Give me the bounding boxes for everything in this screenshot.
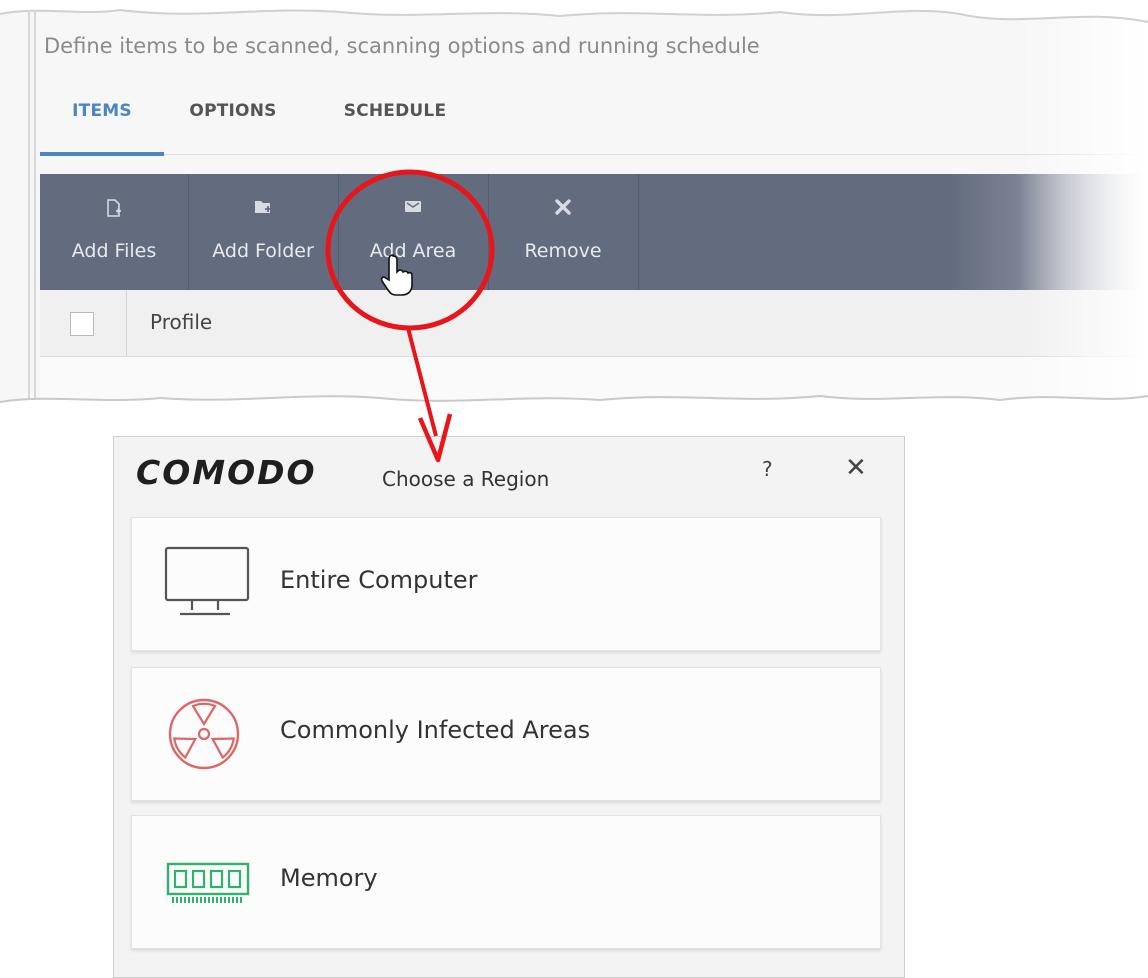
area-icon	[338, 198, 488, 219]
tab-items[interactable]: ITEMS	[40, 98, 164, 154]
option-label: Entire Computer	[280, 566, 478, 594]
add-folder-icon	[188, 198, 338, 221]
add-files-label: Add Files	[71, 240, 157, 262]
dialog-title: Choose a Region	[382, 467, 550, 491]
scan-settings-panel: Define items to be scanned, scanning opt…	[0, 0, 1148, 420]
select-all-checkbox[interactable]	[70, 312, 94, 336]
choose-region-dialog: COMODO Choose a Region ? ✕ Entire Comput…	[113, 436, 905, 978]
help-button[interactable]: ?	[762, 457, 773, 481]
add-area-button[interactable]: Add Area	[338, 174, 489, 290]
remove-button[interactable]: Remove	[488, 174, 639, 290]
tab-schedule[interactable]: SCHEDULE	[330, 98, 460, 154]
option-label: Memory	[280, 864, 378, 892]
settings-tabs: ITEMS OPTIONS SCHEDULE	[40, 98, 1148, 158]
option-label: Commonly Infected Areas	[280, 716, 591, 744]
add-folder-label: Add Folder	[212, 240, 314, 262]
add-file-icon	[40, 198, 188, 223]
add-folder-button[interactable]: Add Folder	[188, 174, 339, 290]
column-header-profile[interactable]: Profile	[150, 310, 212, 334]
tabs-divider	[164, 154, 1148, 155]
panel-edge	[28, 0, 36, 410]
panel-description: Define items to be scanned, scanning opt…	[44, 34, 760, 58]
items-toolbar: Add Files Add Folder Add Area Remove	[40, 174, 1148, 290]
option-entire-computer[interactable]: Entire Computer	[131, 517, 881, 651]
option-memory[interactable]: Memory	[131, 815, 881, 949]
comodo-logo: COMODO	[136, 453, 317, 492]
option-commonly-infected-areas[interactable]: Commonly Infected Areas	[131, 667, 881, 801]
items-grid-header: Profile	[40, 290, 1148, 357]
memory-chip-icon	[162, 842, 252, 922]
close-icon	[488, 198, 638, 221]
close-button[interactable]: ✕	[845, 453, 867, 483]
monitor-icon	[162, 544, 252, 624]
tab-options[interactable]: OPTIONS	[178, 98, 288, 154]
column-divider	[126, 290, 127, 356]
add-area-label: Add Area	[369, 240, 457, 262]
remove-label: Remove	[524, 240, 602, 262]
add-files-button[interactable]: Add Files	[40, 174, 189, 290]
items-grid-body	[40, 357, 1148, 407]
active-tab-indicator	[40, 152, 164, 156]
radiation-icon	[162, 694, 252, 774]
